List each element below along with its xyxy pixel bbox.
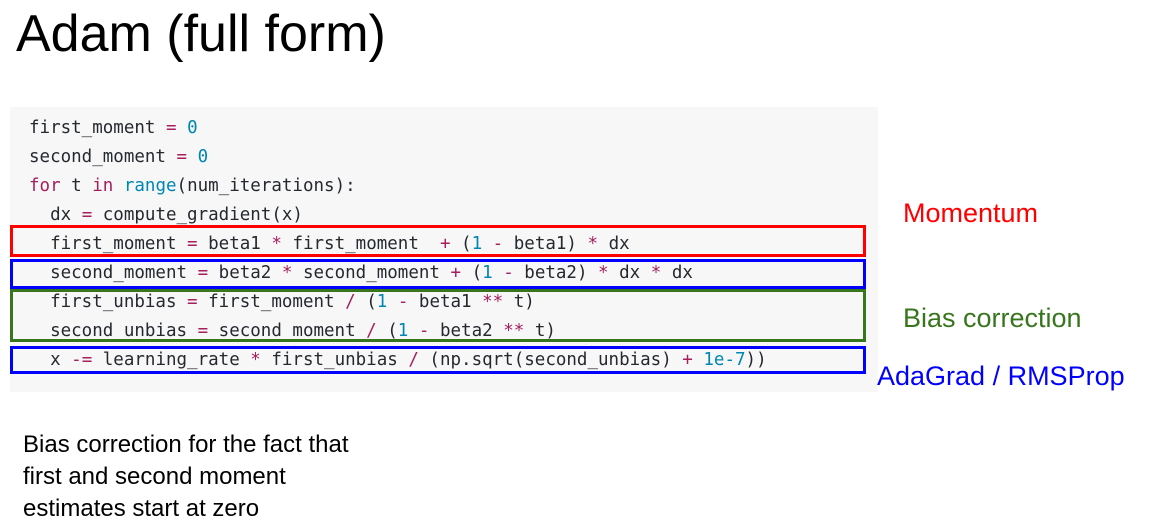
footnote-line: first and second moment [23,463,286,490]
code-token: 0 [197,147,209,167]
code-token: for [29,176,61,196]
footnote-line: estimates start at zero [23,495,260,522]
rmsprop-second-moment-highlight-box [10,259,866,289]
footnote-line: Bias correction for the fact that [23,431,349,458]
code-line: first_moment = 0 [29,114,198,143]
code-token: dx [29,205,82,225]
code-line: for t in range(num_iterations): [29,172,356,201]
code-token: compute_gradient(x) [92,205,303,225]
code-line: second_moment = 0 [29,143,208,172]
code-token: = [81,205,93,225]
code-token: in [92,176,114,196]
code-token: = [165,118,177,138]
code-token: 0 [187,118,198,138]
adagrad-rmsprop-annotation: AdaGrad / RMSProp [877,361,1125,391]
code-token: first_moment [29,118,166,138]
code-token: t [60,176,93,196]
slide-title: Adam (full form) [16,5,386,63]
adagrad-update-highlight-box [10,346,866,374]
bias-correction-annotation: Bias correction [903,303,1082,333]
momentum-highlight-box [10,225,866,257]
code-token: range [123,176,177,196]
code-token: (num_iterations): [176,176,356,196]
footnote: Bias correction for the fact that first … [23,429,349,525]
bias-correction-highlight-box [10,289,866,342]
code-token: = [176,147,188,167]
momentum-annotation: Momentum [903,198,1039,228]
code-token: second_moment [29,147,177,167]
